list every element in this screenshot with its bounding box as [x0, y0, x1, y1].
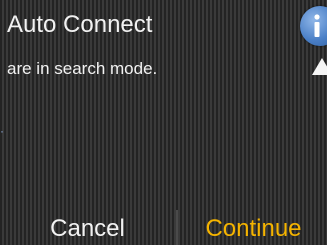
screen-title: Auto Connect: [7, 11, 153, 38]
info-icon: [314, 14, 320, 37]
continue-button[interactable]: Continue: [176, 210, 327, 245]
softkey-bar: Cancel Continue: [0, 210, 327, 245]
scroll-up-arrow-icon[interactable]: [312, 58, 327, 75]
info-button[interactable]: [300, 6, 327, 46]
status-message: are in search mode.: [7, 59, 158, 78]
cancel-button[interactable]: Cancel: [0, 210, 175, 245]
device-screen: Auto Connect are in search mode. · Cance…: [0, 0, 327, 245]
edge-mark: ·: [0, 124, 4, 138]
